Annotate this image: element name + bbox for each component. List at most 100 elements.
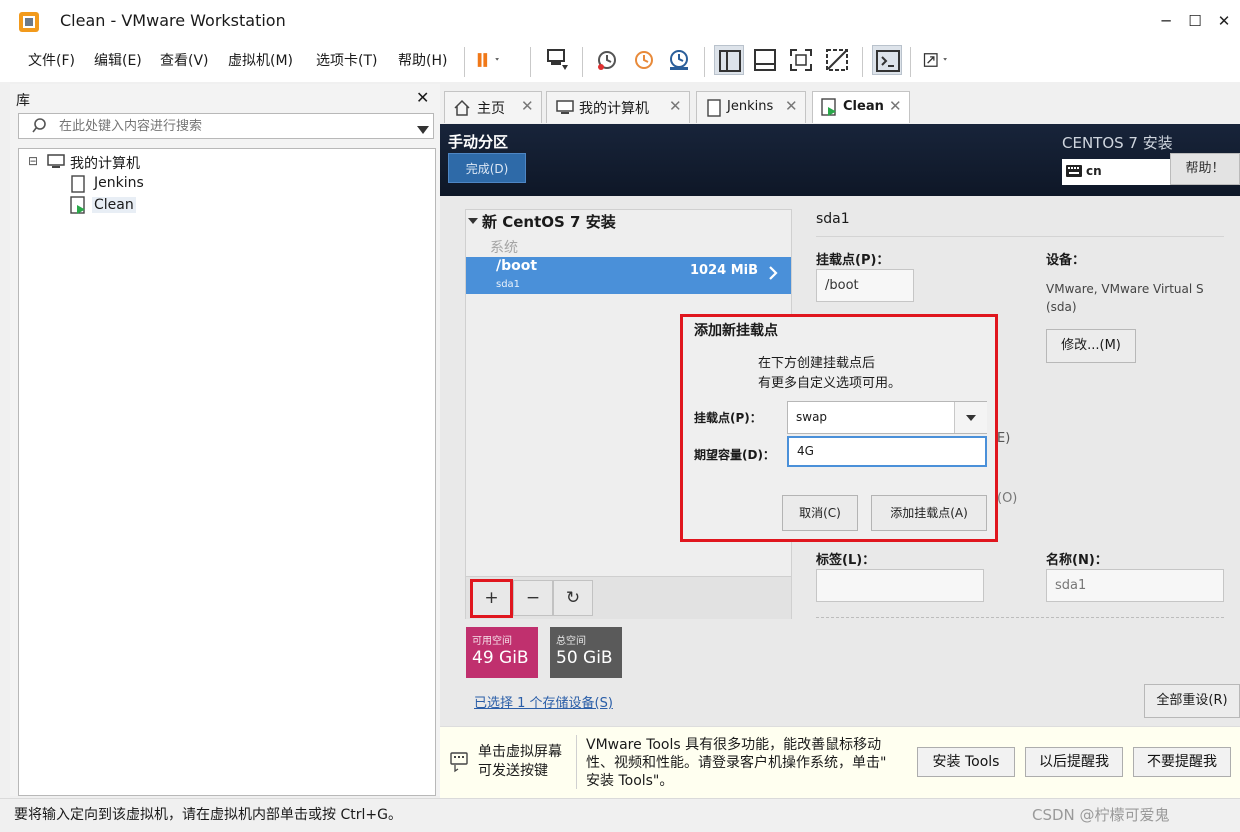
mount-point-combobox[interactable]: swap [787,401,987,434]
home-icon [453,99,471,121]
snapshot-icon[interactable] [592,45,622,75]
partition-row-boot[interactable]: /boot sda1 1024 MiB [466,257,791,294]
unity-icon[interactable] [822,45,852,75]
system-group-label: 系统 [490,240,518,256]
click-screen-hint-1: 单击虚拟屏幕 [478,744,562,760]
menu-help[interactable]: 帮助(H) [398,50,447,70]
done-button[interactable]: 完成(D) [448,153,526,183]
minimize-button[interactable]: ─ [1153,8,1179,34]
menu-edit[interactable]: 编辑(E) [94,50,142,70]
obscured-fragment-e: E) [997,431,1011,446]
search-dropdown-icon[interactable] [417,122,429,138]
install-group-title: 新 CentOS 7 安装 [482,213,616,231]
add-partition-button[interactable]: + [470,579,513,618]
keyboard-icon [1066,165,1082,181]
dialog-title: 添加新挂载点 [694,323,778,339]
tab-my-computer[interactable]: 我的计算机 ✕ [546,91,690,123]
never-remind-button[interactable]: 不要提醒我 [1133,747,1231,777]
detail-device-label: 设备： [1046,253,1086,268]
storage-devices-link[interactable]: 已选择 1 个存储设备(S) [474,692,613,711]
install-tools-button[interactable]: 安装 Tools [917,747,1015,777]
mount-dropdown-button[interactable] [954,402,987,433]
partition-device: sda1 [496,279,521,290]
tree-item-clean[interactable]: Clean [92,197,136,213]
mount-point-value: swap [796,410,828,424]
snapshot-manager-icon[interactable] [664,45,694,75]
detail-name-label: 名称(N)： [1046,553,1108,568]
computer-icon [46,153,66,175]
detail-mount-field[interactable]: /boot [816,269,914,302]
tab-close-icon[interactable]: ✕ [669,97,682,115]
menu-tabs[interactable]: 选项卡(T) [316,50,377,70]
revert-snapshot-icon[interactable] [629,45,659,75]
pause-icon[interactable] [474,45,522,75]
partition-size: 1024 MiB [690,263,759,278]
tab-clean[interactable]: Clean ✕ [812,91,910,123]
computer-icon [555,99,575,121]
full-screen-icon[interactable] [786,45,816,75]
tools-message-line-3: 安装 Tools"。 [586,773,674,789]
vmware-logo-icon [18,11,40,33]
detail-tag-label: 标签(L)： [816,553,876,568]
dialog-add-mount-button[interactable]: 添加挂载点(A) [871,495,987,531]
tree-collapse-icon[interactable]: ⊟ [28,154,38,168]
menu-file[interactable]: 文件(F) [28,50,75,70]
desired-capacity-value: 4G [797,444,814,458]
tree-item-jenkins[interactable]: Jenkins [94,175,144,191]
toolbar-separator [910,47,911,77]
dialog-mount-label: 挂载点(P)： [694,411,762,425]
tab-jenkins[interactable]: Jenkins ✕ [696,91,806,123]
window-title: Clean - VMware Workstation [60,11,286,30]
maximize-button[interactable]: ☐ [1182,8,1208,34]
tree-item-my-computer[interactable]: 我的计算机 [70,153,140,173]
expand-triangle-icon[interactable] [468,214,478,230]
detail-tag-field[interactable] [816,569,984,602]
available-space-label: 可用空间 [472,636,512,647]
menu-vm[interactable]: 虚拟机(M) [228,50,293,70]
keyboard-layout-indicator[interactable]: cn [1062,159,1172,185]
thumbnail-bar-icon[interactable] [750,45,780,75]
total-space-value: 50 GiB [556,648,613,668]
notification-divider [576,735,577,789]
vm-icon [71,175,85,197]
desired-capacity-input[interactable]: 4G [787,436,987,467]
tab-home[interactable]: 主页 ✕ [444,91,542,123]
tools-message-line-1: VMware Tools 具有很多功能，能改善鼠标移动 [586,737,882,753]
send-ctrl-alt-del-icon[interactable] [542,45,572,75]
tab-clean-label: Clean [843,99,884,114]
keyboard-layout-label: cn [1086,164,1102,178]
remind-later-button[interactable]: 以后提醒我 [1025,747,1123,777]
stretch-guest-icon[interactable] [922,45,970,75]
dialog-description-line-1: 在下方创建挂载点后 [758,356,876,371]
help-button[interactable]: 帮助！ [1170,153,1240,185]
dialog-cancel-button[interactable]: 取消(C) [782,495,858,531]
library-close-button[interactable]: ✕ [416,88,429,107]
product-title: CENTOS 7 安装 [1062,134,1173,152]
modify-button[interactable]: 修改...(M) [1046,329,1136,363]
watermark-text: CSDN @柠檬可爱鬼 [1032,806,1170,824]
detail-divider [816,236,1224,237]
tab-my-computer-label: 我的计算机 [579,101,649,117]
remove-partition-button[interactable]: − [513,580,553,616]
refresh-button[interactable]: ↻ [553,580,593,616]
show-library-icon[interactable] [714,45,744,75]
toolbar-separator [862,47,863,77]
library-search-box[interactable] [18,113,434,139]
total-space-box: 总空间 50 GiB [550,627,622,678]
reset-all-button[interactable]: 全部重设(R) [1144,684,1240,718]
tab-close-icon[interactable]: ✕ [889,97,902,115]
dialog-description-line-2: 有更多自定义选项可用。 [758,376,902,391]
close-window-button[interactable]: ✕ [1211,8,1237,34]
console-view-icon[interactable] [872,45,902,75]
vm-running-icon [70,196,90,220]
toolbar-separator [704,47,705,77]
status-message: 要将输入定向到该虚拟机，请在虚拟机内部单击或按 Ctrl+G。 [14,807,402,823]
keyboard-mouse-icon [450,751,470,777]
obscured-fragment-o: (O) [997,491,1018,506]
library-search-input[interactable] [59,117,399,135]
installer-page-title: 手动分区 [448,133,509,151]
tab-close-icon[interactable]: ✕ [521,97,534,115]
detail-name-field[interactable]: sda1 [1046,569,1224,602]
menu-view[interactable]: 查看(V) [160,50,209,70]
tab-close-icon[interactable]: ✕ [785,97,798,115]
